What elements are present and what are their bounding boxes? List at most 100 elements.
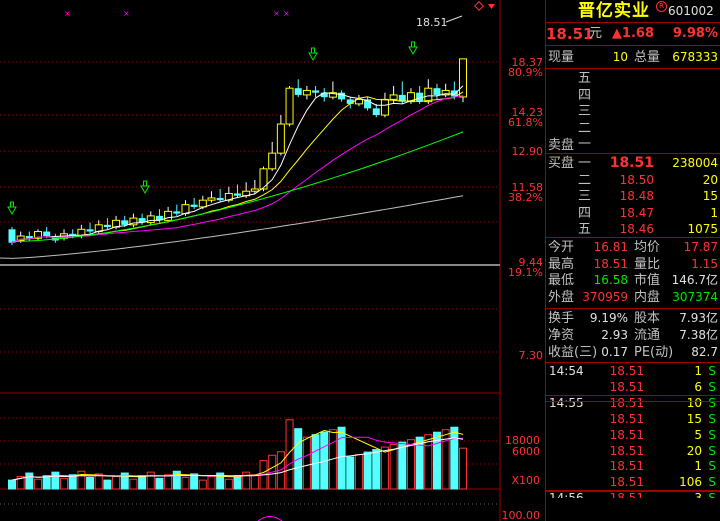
fund-label: 净资 [548,328,575,343]
tick-price: 18.51 [609,379,644,394]
stats-row: 今开 16.81 均价 17.87 [546,239,720,256]
tick-volume: 10 [686,395,702,410]
volume-bar-down [68,474,77,490]
buy-signal-arrow-icon [7,201,17,216]
event-marker-icon: × [273,9,280,18]
tick-side: S [708,379,716,394]
volume-axis-label: X100 [511,474,540,487]
tick-row: 18.51 6 S [546,379,720,396]
bid-volume: 238004 [672,156,718,170]
volume-bar-down [372,449,381,490]
volume-bar-up [129,478,138,490]
price-row: 18.51 元 ▲1.68 9.98% [546,24,720,44]
fund-label: 换手 [548,311,575,326]
price-unit: 元 [589,26,603,41]
volume-bar-up [207,476,216,490]
volume-bar-down [138,475,147,490]
bid-level: 三 [578,189,592,204]
bid-price: 18.47 [619,205,654,220]
volume-bar-down [233,475,242,490]
volume-bar-up [380,446,389,490]
buy-signal-arrow-icon [408,41,418,56]
volume-bar-up [302,436,311,490]
candle-up [164,210,173,221]
stat-label: 今开 [548,240,575,255]
tick-price: 18.51 [609,475,644,490]
event-marker-icon: × [64,9,71,18]
candle-down [86,229,94,232]
bid-price: 18.46 [619,222,654,236]
stat-label: 均价 [634,240,661,255]
bid-volume: 15 [702,189,718,203]
candle-down [433,88,441,95]
ask-level: 四 [578,87,592,103]
fund-value: 7.93亿 [679,311,718,325]
fund-value: 9.19% [589,311,628,325]
kline-chart-area[interactable]: 18.37 80.9% 14.23 61.8% 12.90 11.58 38.2% 9.44 1… [0,0,545,521]
candle-up [424,87,433,103]
tick-row: 14:54 18.51 1 S [546,363,720,379]
candle-up [276,123,285,154]
y-axis-label: 61.8% [508,116,543,129]
volume-bar-down [450,426,459,490]
ma10-line [11,91,464,244]
fund-value: 82.7 [691,345,718,359]
tick-volume: 20 [686,443,702,458]
stat-value: 146.7亿 [671,273,718,287]
volume-bar-up [459,447,467,490]
tick-volume: 6 [694,379,702,394]
volume-bar-up [389,444,398,490]
tick-row: 18.51 20 S [546,443,720,459]
volume-axis-label: 6000 [512,445,540,458]
current-vol: 10 [612,50,628,64]
candle-down [312,90,320,93]
y-axis-label: 80.9% [508,66,543,79]
tick-time: 14:55 [549,395,584,410]
tick-price: 18.51 [609,427,644,442]
stats-row: 最低 16.58 市值 146.7亿 [546,272,720,289]
fundamental-row: 换手 9.19% 股本 7.93亿 [546,310,720,327]
bid-price: 18.48 [619,189,654,203]
rights-r-icon: R [656,1,667,12]
tick-side: S [708,427,716,442]
kline-chart[interactable]: 18.3780.9%14.2361.8%12.9011.5838.2%9.441… [0,0,545,521]
volume-bar-up [112,476,121,490]
tick-row: 18.51 15 S [546,411,720,427]
tick-volume: 106 [679,475,702,490]
stat-value: 16.58 [593,273,628,287]
tick-volume: 1 [694,459,702,474]
candle-up [146,215,155,224]
volume-bar-down [42,475,51,490]
fund-label: 流通 [634,328,661,343]
stat-value: 16.81 [593,240,628,254]
tick-time: 14:54 [549,364,584,378]
stat-value: 370959 [582,289,628,304]
stat-label: 内盘 [634,289,661,305]
volume-bar-up [60,477,69,490]
volume-bar-up [250,474,259,490]
fund-label: 股本 [634,311,661,326]
candle-up [250,188,259,192]
ask-level: 五 [578,71,592,86]
event-marker-icon: × [123,9,130,18]
volume-bar-up [77,470,86,490]
volume-bar-down [172,470,181,490]
tick-price: 18.51 [609,364,644,378]
tick-side: S [708,395,716,410]
stock-name: 晋亿实业 [578,1,650,21]
ask-level: 一 [578,137,592,152]
candle-down [372,108,380,116]
y-axis-label: 7.30 [519,349,544,362]
candle-down [234,193,241,196]
stats-row: 外盘 370959 内盘 307374 [546,289,720,306]
y-axis-label: 12.90 [512,145,544,158]
indicator-axis-label: 100.00 [502,509,541,521]
stats-row: 最高 18.51 量比 1.15 [546,256,720,273]
volume-bar-up [198,479,207,490]
tick-list[interactable]: 14:54 18.51 1 S 18.51 6 S 14:55 18.51 10 S 18.51 15 S… [546,362,720,498]
bid-volume: 20 [702,172,718,187]
volume-bar-down [155,477,164,490]
volume-bar-down [346,456,355,490]
event-marker-icon: × [283,9,290,18]
stock-code: 601002 [668,4,714,18]
